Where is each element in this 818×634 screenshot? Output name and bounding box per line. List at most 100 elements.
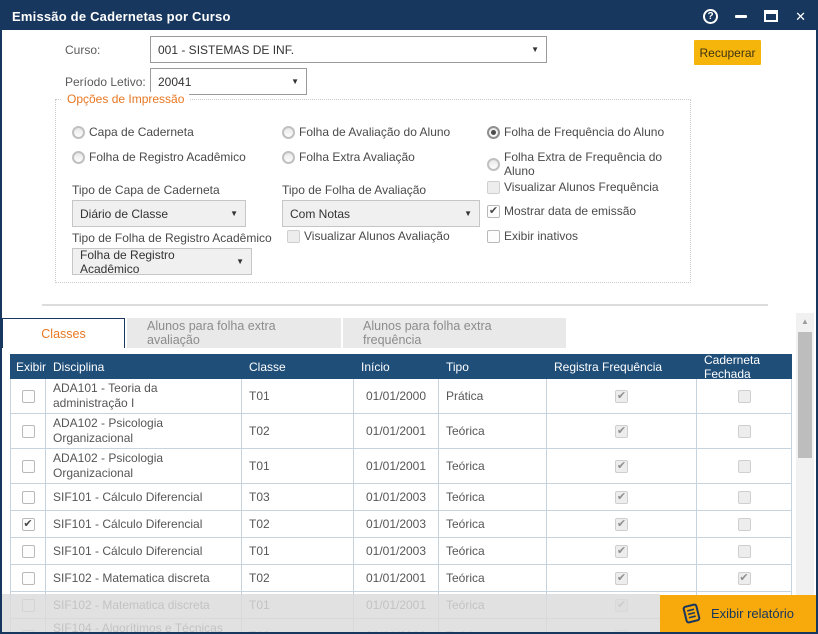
checkbox-label: Exibir inativos xyxy=(504,229,578,243)
tipo-registro-select[interactable]: Folha de Registro Acadêmico ▼ xyxy=(72,248,252,275)
periodo-letivo-select[interactable]: 20041 ▼ xyxy=(150,68,307,95)
caderneta-fechada-cell xyxy=(697,414,792,448)
titlebar-icons: ? ✕ xyxy=(703,9,806,24)
caderneta-fechada-checkbox xyxy=(738,491,751,504)
disciplina-cell: SIF101 - Cálculo Diferencial xyxy=(46,538,242,564)
chevron-down-icon: ▼ xyxy=(230,209,238,218)
inicio-cell: 01/01/2003 xyxy=(354,484,439,510)
maximize-icon[interactable] xyxy=(764,10,778,22)
caderneta-fechada-checkbox xyxy=(738,545,751,558)
table-row: SIF102 - Matematica discreta T02 01/01/2… xyxy=(10,565,792,592)
registra-frequencia-checkbox xyxy=(615,460,628,473)
registra-frequencia-cell xyxy=(547,565,697,591)
caderneta-fechada-cell xyxy=(697,511,792,537)
radio-label: Folha de Avaliação do Aluno xyxy=(299,125,450,139)
column-header-classe: Classe xyxy=(242,360,354,374)
registra-frequencia-cell xyxy=(547,484,697,510)
checkbox-icon xyxy=(287,230,300,243)
tipo-avaliacao-label: Tipo de Folha de Avaliação xyxy=(282,183,426,197)
exibir-checkbox[interactable] xyxy=(22,572,35,585)
column-header-registra-frequencia: Registra Frequência xyxy=(547,360,697,374)
radio-icon xyxy=(487,126,500,139)
table-row: SIF101 - Cálculo Diferencial T03 01/01/2… xyxy=(10,484,792,511)
registra-frequencia-checkbox xyxy=(615,572,628,585)
scroll-up-icon[interactable]: ▲ xyxy=(796,313,814,329)
column-header-disciplina: Disciplina xyxy=(46,360,242,374)
curso-select-value: 001 - SISTEMAS DE INF. xyxy=(158,43,294,57)
exibir-checkbox[interactable] xyxy=(22,460,35,473)
radio-capa-caderneta[interactable]: Capa de Caderneta xyxy=(72,125,194,139)
exibir-checkbox[interactable] xyxy=(22,491,35,504)
scrollbar-thumb[interactable] xyxy=(798,332,812,458)
caderneta-fechada-cell xyxy=(697,484,792,510)
registra-frequencia-cell xyxy=(547,449,697,483)
inicio-cell: 01/01/2001 xyxy=(354,414,439,448)
recuperar-button[interactable]: Recuperar xyxy=(694,40,761,65)
tipo-cell: Teórica xyxy=(439,511,547,537)
registra-frequencia-cell xyxy=(547,414,697,448)
tab-alunos-folha-extra-frequencia[interactable]: Alunos para folha extra frequência xyxy=(343,318,566,348)
classe-cell: T01 xyxy=(242,538,354,564)
exibir-cell xyxy=(10,379,46,413)
tab-alunos-folha-extra-avaliacao[interactable]: Alunos para folha extra avaliação xyxy=(127,318,341,348)
registra-frequencia-checkbox xyxy=(615,491,628,504)
table-row: ADA102 - Psicologia Organizacional T01 0… xyxy=(10,449,792,484)
column-header-caderneta-fechada: Caderneta Fechada xyxy=(697,353,792,381)
checkbox-icon xyxy=(487,205,500,218)
exibir-checkbox[interactable] xyxy=(22,425,35,438)
caderneta-fechada-cell xyxy=(697,379,792,413)
window-title: Emissão de Cadernetas por Curso xyxy=(12,9,231,24)
disciplina-cell: ADA102 - Psicologia Organizacional xyxy=(46,414,242,448)
radio-folha-extra-avaliacao[interactable]: Folha Extra Avaliação xyxy=(282,150,415,164)
disciplina-cell: ADA102 - Psicologia Organizacional xyxy=(46,449,242,483)
tipo-cell: Prática xyxy=(439,379,547,413)
vertical-scrollbar[interactable]: ▲ xyxy=(796,313,814,632)
tipo-capa-select[interactable]: Diário de Classe ▼ xyxy=(72,200,246,227)
tab-classes[interactable]: Classes xyxy=(2,318,125,348)
caderneta-fechada-checkbox xyxy=(738,518,751,531)
table-row: SIF101 - Cálculo Diferencial T02 01/01/2… xyxy=(10,511,792,538)
disciplina-cell: SIF101 - Cálculo Diferencial xyxy=(46,484,242,510)
exibir-checkbox[interactable] xyxy=(22,545,35,558)
exibir-checkbox[interactable] xyxy=(22,518,35,531)
caderneta-fechada-checkbox xyxy=(738,425,751,438)
tipo-cell: Teórica xyxy=(439,484,547,510)
checkbox-exibir-inativos[interactable]: Exibir inativos xyxy=(487,229,578,243)
minimize-icon[interactable] xyxy=(735,15,747,18)
registra-frequencia-cell xyxy=(547,538,697,564)
radio-folha-registro-academico[interactable]: Folha de Registro Acadêmico xyxy=(72,150,246,164)
tipo-avaliacao-select[interactable]: Com Notas ▼ xyxy=(282,200,480,227)
table-row: ADA102 - Psicologia Organizacional T02 0… xyxy=(10,414,792,449)
exibir-checkbox[interactable] xyxy=(22,390,35,403)
curso-select[interactable]: 001 - SISTEMAS DE INF. ▼ xyxy=(150,36,547,63)
exibir-relatorio-button[interactable]: Exibir relatório xyxy=(660,595,816,632)
tipo-registro-label: Tipo de Folha de Registro Acadêmico xyxy=(72,231,272,245)
inicio-cell: 01/01/2003 xyxy=(354,538,439,564)
close-icon[interactable]: ✕ xyxy=(795,10,806,23)
radio-folha-extra-frequencia-aluno[interactable]: Folha Extra de Frequência do Aluno xyxy=(487,150,690,178)
disciplina-cell: SIF101 - Cálculo Diferencial xyxy=(46,511,242,537)
checkbox-mostrar-data-emissao[interactable]: Mostrar data de emissão xyxy=(487,204,636,218)
tipo-avaliacao-select-value: Com Notas xyxy=(290,207,350,221)
report-icon xyxy=(680,602,703,625)
registra-frequencia-checkbox xyxy=(615,390,628,403)
help-icon[interactable]: ? xyxy=(703,9,718,24)
registra-frequencia-checkbox xyxy=(615,425,628,438)
caderneta-fechada-cell xyxy=(697,449,792,483)
disciplina-cell: ADA101 - Teoria da administração I xyxy=(46,379,242,413)
title-bar: Emissão de Cadernetas por Curso ? ✕ xyxy=(2,2,816,30)
caderneta-fechada-checkbox xyxy=(738,390,751,403)
checkbox-label: Visualizar Alunos Avaliação xyxy=(304,229,450,243)
caderneta-fechada-cell xyxy=(697,565,792,591)
classe-cell: T02 xyxy=(242,511,354,537)
table-header: Exibir Disciplina Classe Início Tipo Reg… xyxy=(10,354,792,379)
radio-folha-avaliacao-aluno[interactable]: Folha de Avaliação do Aluno xyxy=(282,125,450,139)
checkbox-icon xyxy=(487,230,500,243)
inicio-cell: 01/01/2000 xyxy=(354,379,439,413)
inicio-cell: 01/01/2001 xyxy=(354,565,439,591)
radio-icon xyxy=(282,126,295,139)
radio-label: Folha de Frequência do Aluno xyxy=(504,125,664,139)
radio-folha-frequencia-aluno[interactable]: Folha de Frequência do Aluno xyxy=(487,125,664,139)
exibir-cell xyxy=(10,565,46,591)
periodo-select-value: 20041 xyxy=(158,75,191,89)
